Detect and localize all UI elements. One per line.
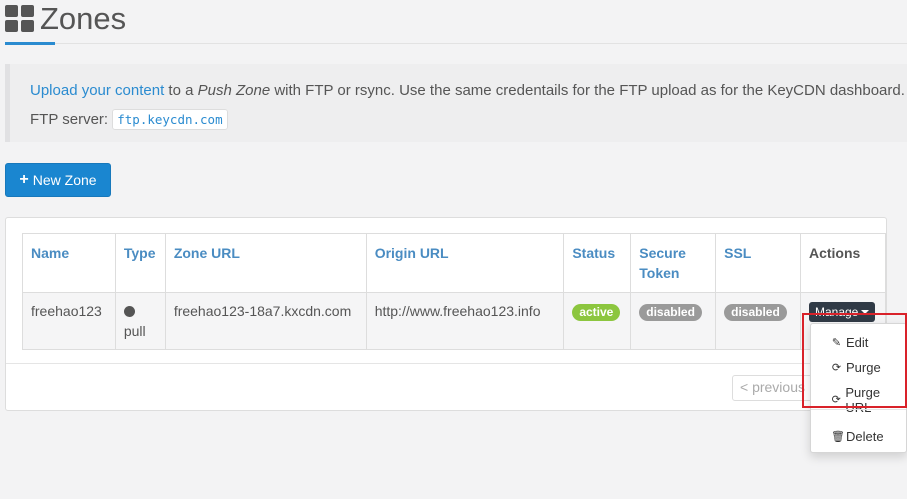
cell-secure-token: disabled bbox=[630, 292, 717, 350]
header-zone-url[interactable]: Zone URL bbox=[164, 233, 367, 293]
menu-item-purge-url[interactable]: ⟳ Purge URL bbox=[831, 385, 906, 415]
header-actions: Actions bbox=[799, 233, 887, 293]
status-badge: active bbox=[572, 304, 621, 321]
type-label: pull bbox=[123, 323, 146, 339]
plus-icon: + bbox=[19, 171, 29, 188]
push-zone-text: Push Zone bbox=[197, 82, 271, 99]
upload-content-link[interactable]: Upload your content bbox=[30, 82, 164, 99]
cell-origin-url: http://www.freehao123.info bbox=[365, 292, 565, 350]
header-type[interactable]: Type bbox=[114, 233, 166, 293]
cell-status: active bbox=[563, 292, 632, 350]
menu-divider bbox=[811, 409, 906, 410]
th-large-icon bbox=[5, 5, 35, 32]
header-secure-token[interactable]: Secure Token bbox=[630, 233, 717, 293]
new-zone-label: New Zone bbox=[32, 172, 97, 188]
menu-item-purge-label: Purge bbox=[846, 360, 881, 375]
new-zone-button[interactable]: + New Zone bbox=[5, 163, 111, 197]
header-status[interactable]: Status bbox=[563, 233, 632, 293]
page-title: Zones bbox=[40, 1, 127, 36]
manage-button[interactable]: Manage bbox=[808, 302, 876, 322]
ftp-server-code: ftp.keycdn.com bbox=[112, 109, 228, 130]
header-name[interactable]: Name bbox=[22, 233, 116, 293]
menu-item-edit[interactable]: ✎ Edit bbox=[831, 335, 869, 350]
menu-item-delete[interactable]: 🗑 Delete bbox=[831, 429, 884, 444]
header-origin-url[interactable]: Origin URL bbox=[365, 233, 565, 293]
ssl-badge: disabled bbox=[724, 304, 787, 321]
table-header-row: Name Type Zone URL Origin URL Status Sec… bbox=[22, 233, 887, 293]
refresh-icon: ⟳ bbox=[831, 361, 842, 374]
zones-panel: Name Type Zone URL Origin URL Status Sec… bbox=[5, 217, 887, 411]
info-callout: Upload your content to a Push Zone with … bbox=[5, 64, 907, 142]
manage-label: Manage bbox=[814, 305, 859, 319]
trash-icon: 🗑 bbox=[831, 430, 845, 443]
caret-down-icon bbox=[861, 310, 870, 314]
zones-table: Name Type Zone URL Origin URL Status Sec… bbox=[22, 233, 887, 350]
header-underline bbox=[5, 42, 55, 45]
menu-item-purge[interactable]: ⟳ Purge bbox=[831, 360, 881, 375]
pencil-icon: ✎ bbox=[831, 336, 842, 349]
menu-item-edit-label: Edit bbox=[846, 335, 869, 350]
menu-item-delete-label: Delete bbox=[846, 429, 884, 444]
refresh-icon: ⟳ bbox=[831, 394, 841, 406]
cell-name: freehao123 bbox=[22, 292, 116, 350]
table-row: freehao123 pull freehao123-18a7.kxcdn.co… bbox=[22, 292, 887, 350]
header-ssl[interactable]: SSL bbox=[715, 233, 801, 293]
previous-page-button[interactable]: < previous bbox=[732, 375, 812, 401]
cell-zone-url: freehao123-18a7.kxcdn.com bbox=[164, 292, 367, 350]
panel-divider bbox=[6, 363, 886, 364]
menu-item-purge-url-label: Purge URL bbox=[845, 385, 881, 415]
cell-ssl: disabled bbox=[715, 292, 801, 350]
secure-token-badge: disabled bbox=[639, 304, 702, 321]
manage-dropdown-menu: ✎ Edit ⟳ Purge ⟳ Purge URL 🗑 Delete bbox=[810, 323, 907, 453]
cell-type: pull bbox=[114, 292, 166, 350]
page-header: Zones bbox=[5, 0, 907, 45]
info-text-1: to a bbox=[164, 82, 198, 99]
type-dot-icon bbox=[123, 306, 135, 317]
